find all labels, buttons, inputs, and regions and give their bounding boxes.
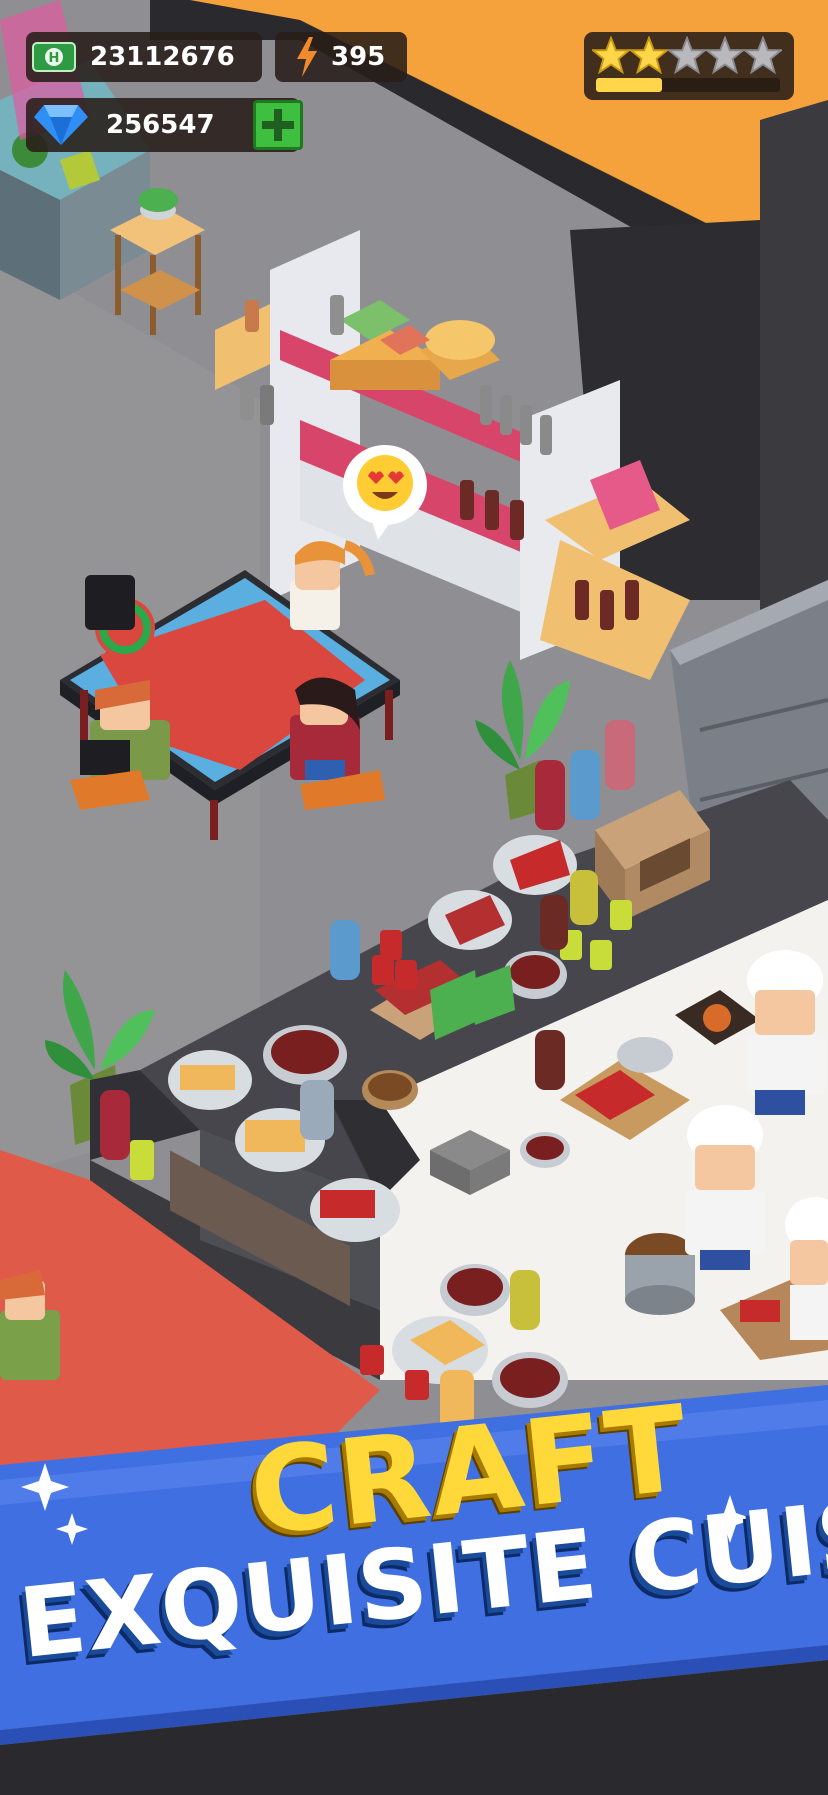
rating-progress-fill — [596, 78, 663, 92]
star-empty-icon — [668, 36, 706, 74]
energy-value: 395 — [331, 42, 386, 72]
cash-icon: H — [32, 42, 76, 72]
lightning-icon — [297, 37, 317, 77]
star-empty-icon — [744, 36, 782, 74]
star-empty-icon — [706, 36, 744, 74]
wall-dark-right — [760, 100, 828, 620]
star-filled-icon — [592, 36, 630, 74]
plus-icon — [262, 109, 294, 141]
cash-value: 23112676 — [90, 42, 235, 72]
rating-progress-track — [596, 78, 780, 92]
rating-stars — [592, 36, 782, 74]
cash-counter[interactable]: H 23112676 — [26, 32, 262, 82]
energy-counter[interactable]: 395 — [275, 32, 407, 82]
star-filled-icon — [630, 36, 668, 74]
svg-text:H: H — [49, 51, 60, 66]
add-gems-button[interactable] — [253, 100, 303, 150]
heart-eyes-emoji-icon — [357, 455, 413, 511]
diamond-icon — [34, 105, 88, 145]
gems-value: 256547 — [106, 110, 215, 140]
chef-2[interactable] — [685, 1105, 765, 1270]
chef-1[interactable] — [745, 950, 825, 1115]
restaurant-rating[interactable] — [584, 32, 794, 100]
gems-counter[interactable]: 256547 — [26, 98, 303, 152]
chef-3[interactable] — [785, 1197, 828, 1340]
